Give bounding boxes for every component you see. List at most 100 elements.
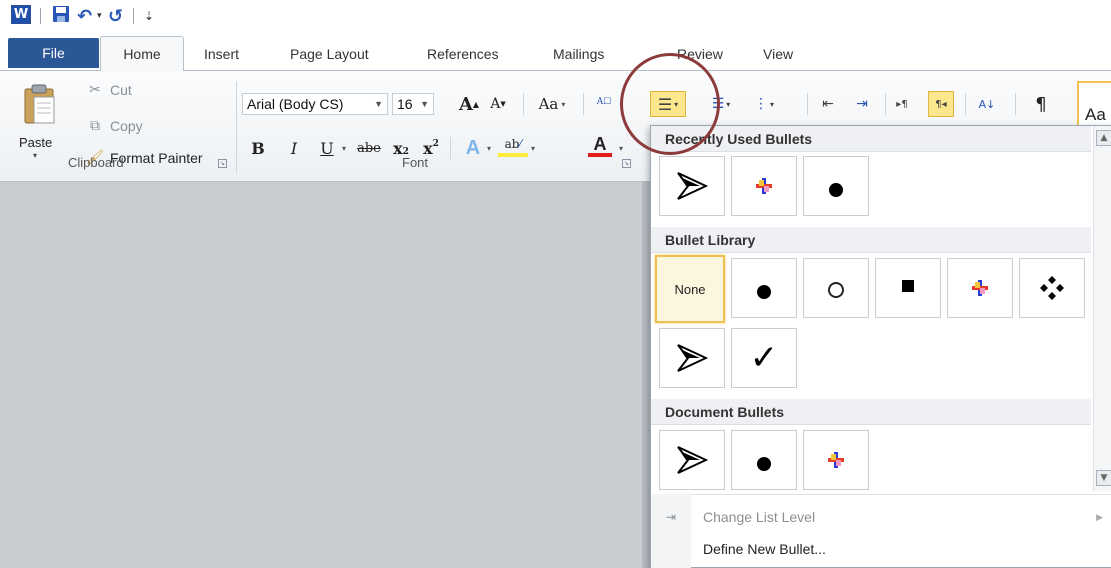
chevron-down-icon[interactable]: ▼ bbox=[374, 94, 383, 114]
scroll-down-icon[interactable]: ▼ bbox=[1096, 470, 1111, 486]
undo-icon[interactable]: ↶ bbox=[77, 5, 92, 27]
tab-view[interactable]: View bbox=[763, 38, 793, 70]
redo-icon[interactable]: ↺ bbox=[108, 5, 123, 27]
bullet-dot-library[interactable] bbox=[731, 258, 797, 318]
divider bbox=[807, 93, 808, 115]
font-name-value: Arial (Body CS) bbox=[247, 96, 344, 112]
divider bbox=[965, 93, 966, 115]
bold-button[interactable]: B bbox=[248, 137, 268, 159]
increase-indent-icon[interactable]: ⇥ bbox=[850, 91, 874, 117]
paste-icon[interactable] bbox=[22, 83, 58, 125]
colored-star-bullet-icon bbox=[756, 178, 772, 194]
bullet-arrowhead-document[interactable] bbox=[659, 430, 725, 490]
clipboard-launcher-icon[interactable]: ↘ bbox=[218, 159, 227, 168]
arrowhead-bullet-icon bbox=[677, 446, 708, 474]
font-name-combo[interactable]: Arial (Body CS) ▼ bbox=[242, 93, 388, 115]
bullet-circle-library[interactable] bbox=[803, 258, 869, 318]
paste-label[interactable]: Paste bbox=[19, 135, 52, 150]
highlight-button[interactable]: ab ⁄ bbox=[498, 135, 528, 157]
tab-insert[interactable]: Insert bbox=[204, 38, 239, 70]
numbering-button[interactable]: ☰ ▾ bbox=[704, 91, 738, 117]
tab-mailings[interactable]: Mailings bbox=[553, 38, 604, 70]
hollow-circle-bullet-icon bbox=[828, 282, 844, 298]
multilevel-list-button[interactable]: ⋮ ▾ bbox=[747, 91, 781, 117]
divider bbox=[885, 93, 886, 115]
colored-star-bullet-icon bbox=[828, 452, 844, 468]
font-size-value: 16 bbox=[397, 96, 413, 112]
bullet-arrowhead-library[interactable] bbox=[659, 328, 725, 388]
font-group-label: Font bbox=[402, 155, 429, 170]
copy-button[interactable]: ⧉ Copy bbox=[86, 117, 143, 134]
font-launcher-icon[interactable]: ↘ bbox=[622, 159, 631, 168]
gallery-scrollbar[interactable]: ▲ ▼ bbox=[1093, 126, 1111, 491]
font-color-button[interactable]: A bbox=[588, 134, 612, 157]
text-effects-dropdown-icon[interactable]: ▾ bbox=[484, 137, 494, 159]
save-icon[interactable] bbox=[52, 5, 70, 23]
highlight-dropdown-icon[interactable]: ▾ bbox=[528, 137, 538, 159]
chevron-down-icon: ▾ bbox=[674, 99, 679, 109]
grow-font-button[interactable]: A ▲ bbox=[458, 93, 480, 115]
bullet-diamond-library[interactable] bbox=[1019, 258, 1085, 318]
tab-references[interactable]: References bbox=[427, 38, 499, 70]
numbering-icon: ☰ bbox=[711, 96, 725, 112]
submenu-arrow-icon: ▶ bbox=[1096, 511, 1103, 522]
ribbon-tabs: File Home Insert Page Layout References … bbox=[0, 34, 1111, 71]
bullet-star-library[interactable] bbox=[947, 258, 1013, 318]
undo-dropdown-icon[interactable]: ▾ bbox=[97, 5, 102, 27]
cut-button[interactable]: ✂ Cut bbox=[86, 81, 132, 98]
bullet-arrowhead-recent[interactable] bbox=[659, 156, 725, 216]
define-new-bullet-item[interactable]: Define New Bullet... bbox=[651, 535, 1111, 563]
bullet-check-library[interactable]: ✓ bbox=[731, 328, 797, 388]
square-bullet-icon bbox=[902, 280, 914, 292]
recent-bullets-header: Recently Used Bullets bbox=[651, 126, 1091, 152]
multilevel-list-icon: ⋮ bbox=[753, 96, 768, 112]
bullets-button[interactable]: ☰ ▾ bbox=[650, 91, 686, 117]
strikethrough-button[interactable]: abe bbox=[354, 137, 384, 159]
toolbar-separator bbox=[133, 8, 134, 24]
copy-label: Copy bbox=[110, 117, 143, 134]
underline-dropdown-icon[interactable]: ▾ bbox=[338, 137, 350, 159]
checkmark-bullet-icon: ✓ bbox=[749, 338, 779, 378]
italic-button[interactable]: I bbox=[284, 137, 304, 159]
bullet-none[interactable]: None bbox=[655, 255, 725, 323]
underline-button[interactable]: U bbox=[317, 137, 337, 159]
none-label: None bbox=[674, 281, 706, 297]
bullet-star-recent[interactable] bbox=[731, 156, 797, 216]
tab-file[interactable]: File bbox=[8, 38, 99, 68]
customize-toolbar-icon[interactable]: ⇣ bbox=[144, 5, 154, 27]
scroll-up-icon[interactable]: ▲ bbox=[1096, 130, 1111, 146]
chevron-down-icon[interactable]: ▼ bbox=[420, 94, 429, 114]
tab-review[interactable]: Review bbox=[677, 38, 723, 70]
quick-access-toolbar: W ↶ ▾ ↺ ⇣ bbox=[0, 0, 1111, 34]
bullet-library-header: Bullet Library bbox=[651, 227, 1091, 253]
shrink-font-button[interactable]: A ▼ bbox=[488, 93, 508, 115]
decrease-indent-icon[interactable]: ⇤ bbox=[816, 91, 840, 117]
show-formatting-marks-icon[interactable]: ¶ bbox=[1030, 91, 1052, 117]
bullet-dot-document[interactable] bbox=[731, 430, 797, 490]
ltr-direction-icon[interactable]: ▸¶ bbox=[891, 91, 913, 117]
rtl-direction-icon[interactable]: ¶◂ bbox=[928, 91, 954, 117]
document-bullets-header: Document Bullets bbox=[651, 399, 1091, 425]
paste-dropdown-icon[interactable]: ▾ bbox=[33, 151, 37, 160]
font-color-dropdown-icon[interactable]: ▾ bbox=[616, 137, 626, 159]
text-effects-icon[interactable]: A bbox=[460, 137, 486, 159]
chevron-down-icon: ▾ bbox=[561, 99, 566, 109]
colored-star-bullet-icon bbox=[972, 280, 988, 296]
filled-dot-bullet-icon bbox=[757, 457, 771, 471]
bullet-star-document[interactable] bbox=[803, 430, 869, 490]
font-size-combo[interactable]: 16 ▼ bbox=[392, 93, 434, 115]
bullet-dot-recent[interactable] bbox=[803, 156, 869, 216]
arrowhead-bullet-icon bbox=[677, 172, 708, 200]
word-app-icon[interactable]: W bbox=[11, 5, 31, 24]
scissors-icon: ✂ bbox=[89, 81, 101, 97]
tab-home[interactable]: Home bbox=[100, 36, 184, 71]
grow-font-label: A bbox=[458, 93, 473, 115]
change-case-button[interactable]: Aa ▾ bbox=[530, 93, 574, 115]
sort-icon[interactable]: A↓ bbox=[974, 91, 1000, 117]
bullet-square-library[interactable] bbox=[875, 258, 941, 318]
clear-formatting-icon[interactable]: A☐ bbox=[592, 91, 616, 113]
divider bbox=[1015, 93, 1016, 115]
change-list-level-item[interactable]: ⇥ Change List Level ▶ bbox=[651, 503, 1111, 531]
group-separator bbox=[236, 81, 237, 173]
tab-page-layout[interactable]: Page Layout bbox=[290, 38, 369, 70]
